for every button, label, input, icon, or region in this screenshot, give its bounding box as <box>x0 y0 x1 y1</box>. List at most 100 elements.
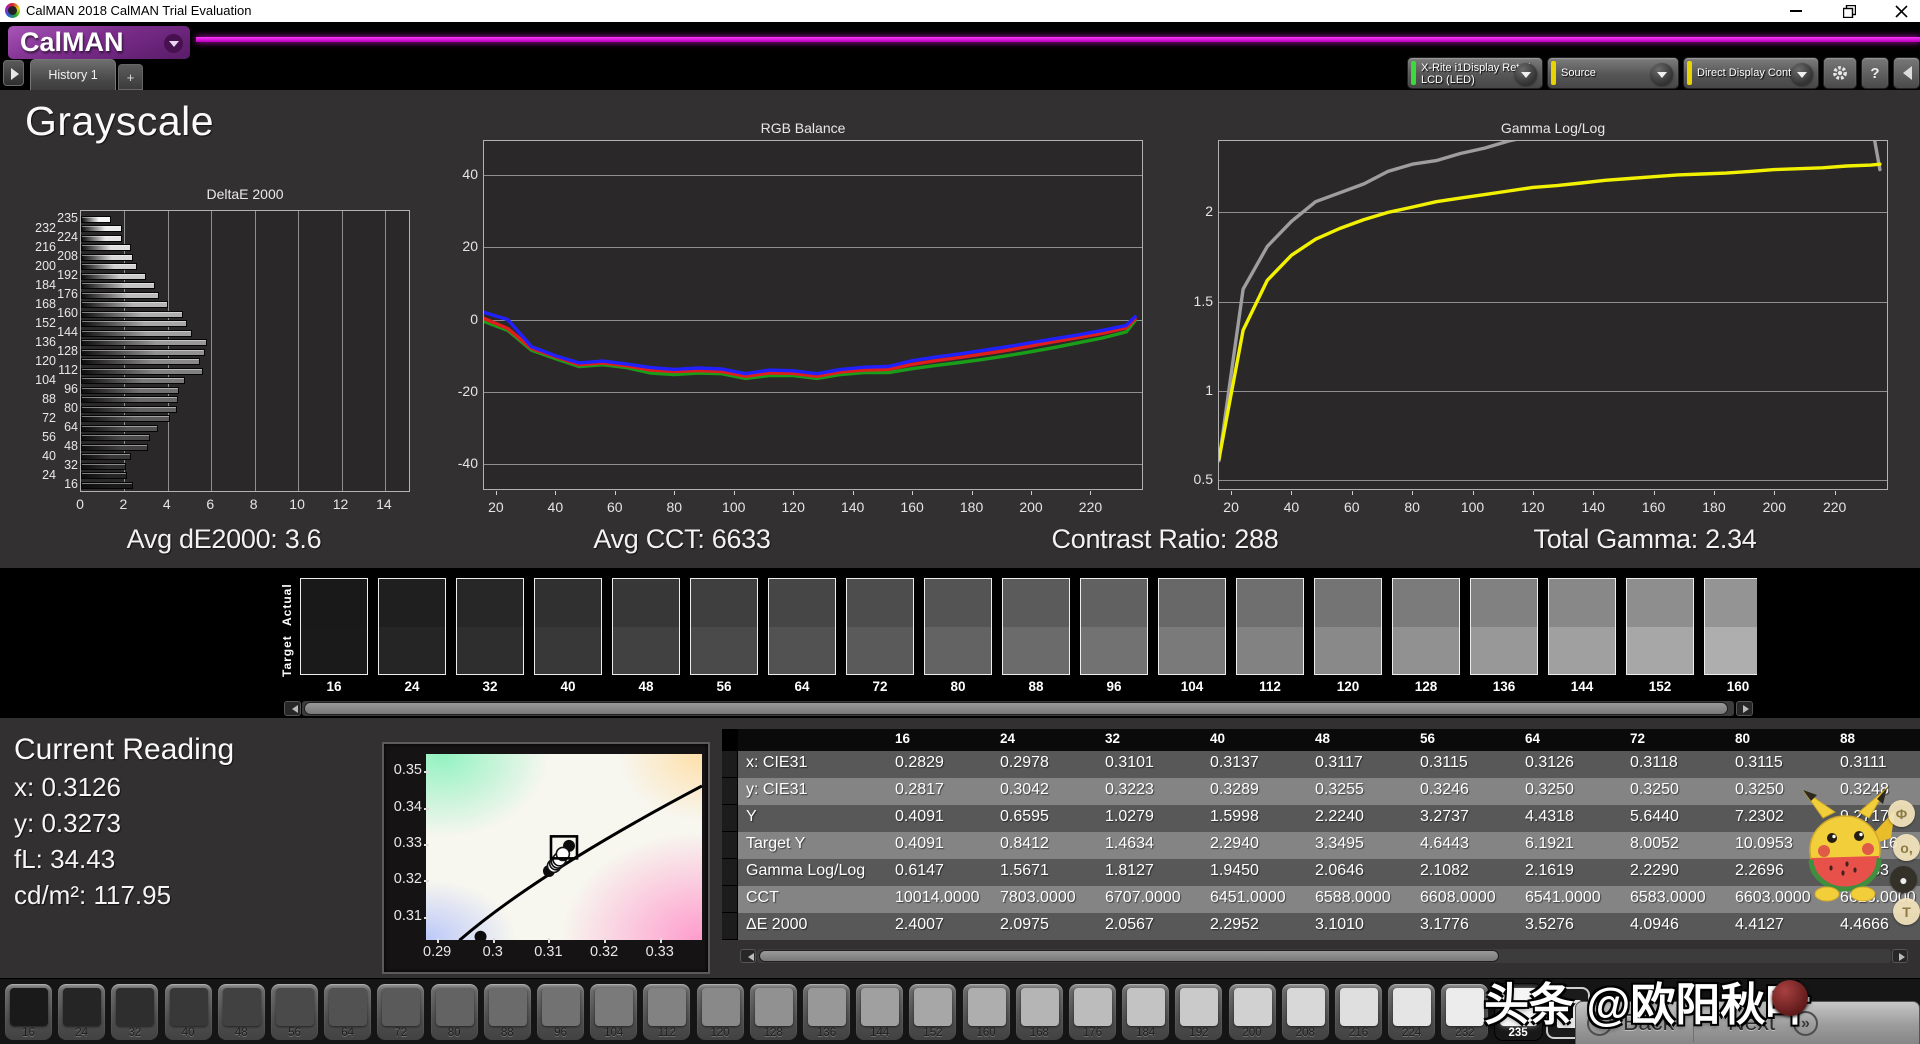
pattern-level-button-152[interactable]: 152 <box>908 983 957 1041</box>
pattern-chip <box>648 988 686 1026</box>
pattern-level-button-216[interactable]: 216 <box>1334 983 1383 1041</box>
pattern-level-button-232[interactable]: 232 <box>1440 983 1489 1041</box>
swatch-scroll-left-button[interactable] <box>284 701 301 716</box>
table-scroll-right-button[interactable] <box>1892 949 1908 963</box>
pattern-level-button-72[interactable]: 72 <box>376 983 425 1041</box>
pattern-level-button-80[interactable]: 80 <box>430 983 479 1041</box>
cell-y: CIE31-32: 0.3223 <box>1105 781 1154 799</box>
settings-button[interactable] <box>1823 57 1857 89</box>
pattern-level-button-88[interactable]: 88 <box>483 983 532 1041</box>
source-dropdown[interactable]: Source <box>1547 57 1679 89</box>
deltae-bar-208 <box>81 254 133 261</box>
meter-dropdown-line2: LCD (LED) <box>1421 74 1475 86</box>
pattern-level-button-96[interactable]: 96 <box>536 983 585 1041</box>
rgb-plot-y-tick-label: 0 <box>444 311 478 327</box>
calman-logo-menu[interactable]: CalMAN <box>8 26 190 59</box>
swatch-scrollbar-thumb[interactable] <box>304 702 1728 715</box>
restore-button[interactable] <box>1832 0 1866 22</box>
cie-x-tick-label: 0.31 <box>526 944 570 960</box>
cell-CCT-72: 6583.0000 <box>1630 889 1706 907</box>
grayscale-swatch-120 <box>1314 578 1382 675</box>
swatch-target-half <box>1237 627 1303 675</box>
pattern-level-button-176[interactable]: 176 <box>1068 983 1117 1041</box>
pattern-level-label: 24 <box>58 1027 105 1039</box>
gridline <box>255 211 256 491</box>
tab-history-1[interactable]: History 1 <box>30 59 116 90</box>
pattern-level-button-64[interactable]: 64 <box>323 983 372 1041</box>
close-button[interactable] <box>1884 0 1918 22</box>
pattern-level-button-224[interactable]: 224 <box>1387 983 1436 1041</box>
table-scroll-left-button[interactable] <box>740 949 756 963</box>
minimize-button[interactable] <box>1779 0 1813 22</box>
cell-Target Y-32: 1.4634 <box>1105 835 1154 853</box>
swatch-level-label: 136 <box>1470 679 1538 694</box>
pattern-level-button-112[interactable]: 112 <box>642 983 691 1041</box>
cie-chart: 0.350.340.330.320.310.290.30.310.320.33 <box>382 742 710 974</box>
pattern-level-button-104[interactable]: 104 <box>589 983 638 1041</box>
chevron-down-icon <box>1515 63 1537 85</box>
pattern-level-button-160[interactable]: 160 <box>962 983 1011 1041</box>
pattern-level-label: 104 <box>590 1027 637 1039</box>
pattern-level-button-24[interactable]: 24 <box>57 983 106 1041</box>
pattern-level-button-200[interactable]: 200 <box>1228 983 1277 1041</box>
column-header-16: 16 <box>889 731 910 746</box>
actual-row-label: Actual <box>280 580 296 630</box>
cell-ΔE 2000-16: 2.4007 <box>895 916 944 934</box>
swatch-actual-half <box>1393 579 1459 627</box>
grayscale-swatch-136 <box>1470 578 1538 675</box>
swatch-target-half <box>1705 627 1757 675</box>
grayscale-swatch-104 <box>1158 578 1226 675</box>
swatch-level-label: 80 <box>924 679 992 694</box>
pattern-level-button-16[interactable]: 16 <box>4 983 53 1041</box>
pattern-level-button-208[interactable]: 208 <box>1281 983 1330 1041</box>
help-button[interactable]: ? <box>1861 57 1889 89</box>
chevron-down-icon <box>1651 63 1673 85</box>
gamma-plot-x-tick-label: 60 <box>1330 499 1374 515</box>
watermark-badge-3: ● <box>1890 866 1917 893</box>
collapse-panel-button[interactable] <box>1893 57 1920 89</box>
row-gutter <box>722 886 738 913</box>
display-control-label: Direct Display Control <box>1697 67 1803 79</box>
table-corner-cell <box>722 729 738 751</box>
add-tab-button[interactable]: + <box>118 64 143 90</box>
pattern-level-button-48[interactable]: 48 <box>217 983 266 1041</box>
grayscale-swatch-64 <box>768 578 836 675</box>
pattern-level-button-40[interactable]: 40 <box>164 983 213 1041</box>
pattern-level-button-120[interactable]: 120 <box>696 983 745 1041</box>
gamma-plot-x-tick-label: 80 <box>1390 499 1434 515</box>
swatch-actual-half <box>1159 579 1225 627</box>
pattern-level-button-144[interactable]: 144 <box>855 983 904 1041</box>
swatch-level-label: 40 <box>534 679 602 694</box>
pattern-level-label: 16 <box>5 1027 52 1039</box>
tab-scroll-button[interactable] <box>3 60 24 86</box>
pattern-level-button-192[interactable]: 192 <box>1174 983 1223 1041</box>
deltae-x-axis: 02468101214 <box>40 496 430 516</box>
deltae-bar-16 <box>81 482 133 489</box>
grayscale-swatch-80 <box>924 578 992 675</box>
grayscale-swatch-160 <box>1704 578 1757 675</box>
display-control-dropdown[interactable]: Direct Display Control <box>1683 57 1819 89</box>
pattern-level-label: 56 <box>271 1027 318 1039</box>
grayscale-swatch-strip: Actual Target 16243240485664728088961041… <box>0 568 1920 718</box>
pattern-level-button-184[interactable]: 184 <box>1121 983 1170 1041</box>
watermark-badge-4: T <box>1893 898 1920 925</box>
deltae-x-tick-label: 4 <box>145 496 189 512</box>
meter-dropdown[interactable]: X-Rite i1Display Retail LCD (LED) <box>1407 57 1543 89</box>
pattern-level-button-32[interactable]: 32 <box>110 983 159 1041</box>
pattern-level-button-56[interactable]: 56 <box>270 983 319 1041</box>
reading-x: x: 0.3126 <box>14 772 121 803</box>
cell-y: CIE31-72: 0.3250 <box>1630 781 1679 799</box>
swatch-scroll-right-button[interactable] <box>1736 701 1753 716</box>
pattern-chip <box>1127 988 1165 1026</box>
tick-mark <box>424 771 429 773</box>
table-header-row: 16243240485664728088 <box>722 729 1920 751</box>
table-scrollbar-thumb[interactable] <box>759 950 1499 962</box>
cell-Gamma Log/Log-72: 2.2290 <box>1630 862 1679 880</box>
pattern-level-button-136[interactable]: 136 <box>802 983 851 1041</box>
pattern-level-button-168[interactable]: 168 <box>1015 983 1064 1041</box>
tick-mark <box>1291 491 1292 495</box>
column-header-56: 56 <box>1414 731 1435 746</box>
cell-Target Y-16: 0.4091 <box>895 835 944 853</box>
pattern-level-button-128[interactable]: 128 <box>749 983 798 1041</box>
cell-ΔE 2000-80: 4.4127 <box>1735 916 1784 934</box>
